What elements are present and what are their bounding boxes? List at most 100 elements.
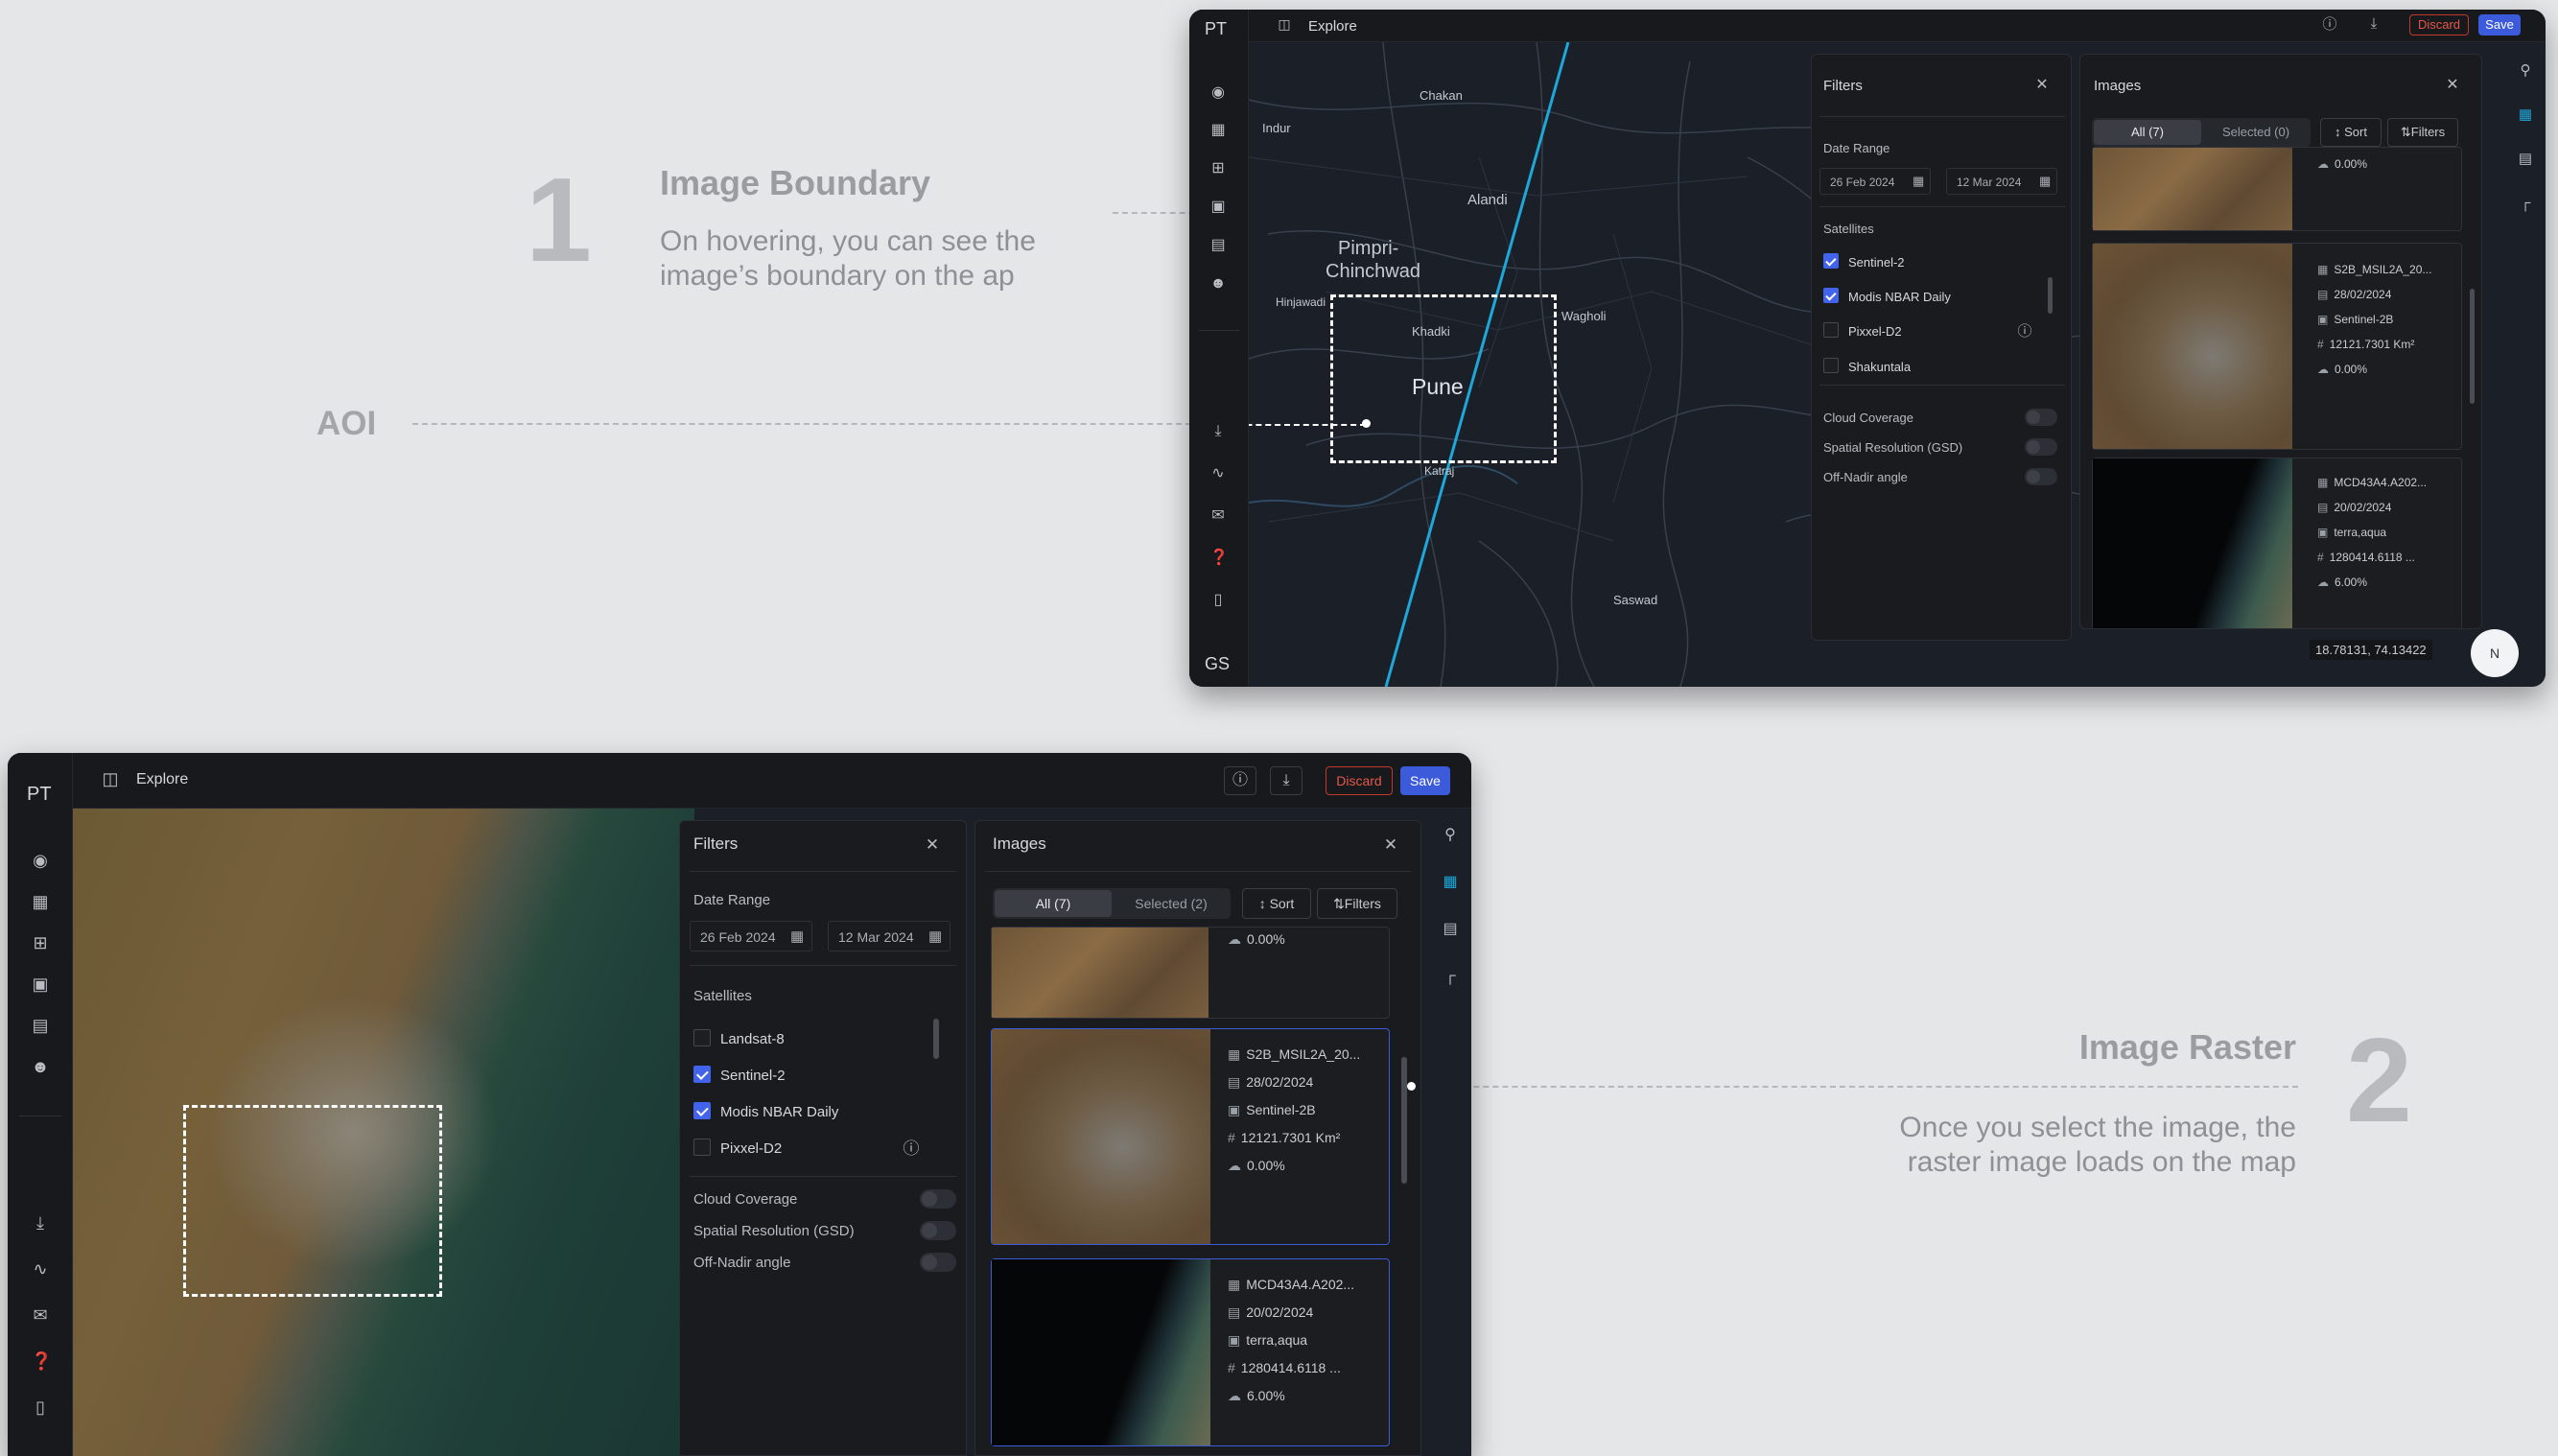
docs-nav-icon[interactable]: ▯ — [31, 1398, 50, 1416]
satellite-checkbox-pixxel[interactable] — [1823, 322, 1839, 338]
import-nav-icon[interactable]: ⤓ — [1209, 424, 1227, 439]
image-raster-desc-2: raster image loads on the map — [1907, 1146, 2296, 1178]
calendar-icon: ▤ — [2317, 288, 2329, 301]
tab-all-images[interactable]: All (7) — [2094, 120, 2201, 145]
explore-nav-icon[interactable]: ◉ — [1209, 85, 1227, 101]
date-from-field[interactable]: 26 Feb 2024 ▦ — [1819, 168, 1931, 195]
store-nav-icon[interactable]: ▣ — [1209, 200, 1227, 215]
workflow-nav-icon[interactable]: ⊞ — [1209, 161, 1227, 176]
user-avatar[interactable]: PT — [27, 784, 52, 806]
satellite-icon: ▣ — [1228, 1332, 1241, 1348]
image-card[interactable]: ▦ S2B_MSIL2A_20... ▤ 28/02/2024 ▣ Sentinel-… — [2092, 243, 2462, 450]
info-icon: ⓘ — [1232, 772, 1248, 788]
date-to-field[interactable]: 12 Mar 2024 ▦ — [1946, 168, 2057, 195]
layers-nav-icon[interactable]: ▤ — [1209, 238, 1227, 253]
satellite-checkbox-modis[interactable] — [693, 1102, 711, 1119]
save-button[interactable]: Save — [1400, 766, 1450, 795]
info-icon[interactable]: ⓘ — [2321, 17, 2338, 32]
explore-nav-icon[interactable]: ◉ — [31, 852, 50, 869]
cloud-coverage-toggle[interactable] — [2025, 409, 2057, 426]
satellite-label: Pixxel-D2 — [1848, 324, 1902, 339]
import-nav-icon[interactable]: ⤓ — [31, 1214, 50, 1232]
close-icon[interactable]: ✕ — [1382, 836, 1399, 853]
workflow-nav-icon[interactable]: ⊞ — [31, 934, 50, 951]
feedback-nav-icon[interactable]: ✉ — [31, 1306, 50, 1324]
sort-button[interactable]: ↕ Sort — [2320, 118, 2382, 147]
satellite-checkbox-pixxel[interactable] — [693, 1139, 711, 1156]
info-icon[interactable]: ⓘ — [903, 1140, 920, 1157]
cloud-coverage-toggle[interactable] — [920, 1189, 956, 1209]
close-icon[interactable]: ✕ — [2034, 78, 2050, 93]
tab-selected-images[interactable]: Selected (0) — [2203, 120, 2309, 145]
layers-nav-icon[interactable]: ▤ — [31, 1017, 50, 1034]
team-nav-icon[interactable]: ☻ — [31, 1058, 50, 1075]
search-icon[interactable]: ⚲ — [2517, 63, 2534, 78]
feedback-nav-icon[interactable]: ✉ — [1209, 508, 1227, 524]
map-nav-icon[interactable]: ▦ — [1209, 123, 1227, 138]
map-tool-icon[interactable]: ▤ — [2517, 152, 2534, 166]
docs-nav-icon[interactable]: ▯ — [1209, 593, 1227, 608]
close-icon[interactable]: ✕ — [2445, 78, 2460, 93]
compass-button[interactable]: N — [2471, 629, 2519, 677]
ruler-tool-icon[interactable]: ┌ — [1441, 969, 1460, 984]
cloud-coverage-label: Cloud Coverage — [1823, 411, 1913, 425]
filters-button[interactable]: ⇅Filters — [2387, 118, 2458, 147]
image-card[interactable]: ☁ 0.00% — [991, 927, 1390, 1019]
spatial-resolution-toggle[interactable] — [2025, 438, 2057, 456]
close-icon[interactable]: ✕ — [924, 836, 941, 853]
search-icon[interactable]: ⚲ — [1441, 828, 1460, 843]
info-button[interactable]: ⓘ — [1224, 766, 1256, 795]
off-nadir-toggle[interactable] — [2025, 468, 2057, 485]
download-icon[interactable]: ⤓ — [2365, 16, 2382, 31]
satellite-checkbox-modis[interactable] — [1823, 288, 1839, 303]
image-card-selected[interactable]: ▦ MCD43A4.A202... ▤ 20/02/2024 ▣ terra,aqua… — [991, 1258, 1390, 1446]
date-from-field[interactable]: 26 Feb 2024 ▦ — [690, 921, 812, 951]
image-area: #1280414.6118 ... — [1228, 1360, 1341, 1375]
tab-all-images[interactable]: All (7) — [995, 890, 1112, 917]
tab-selected-images[interactable]: Selected (2) — [1114, 890, 1229, 917]
help-nav-icon[interactable]: ❓ — [1209, 551, 1229, 566]
imagery-tool-icon[interactable]: ▦ — [2517, 107, 2534, 122]
store-nav-icon[interactable]: ▣ — [31, 975, 50, 993]
aoi-label: AOI — [317, 405, 377, 442]
satellite-checkbox-shakuntala[interactable] — [1823, 358, 1839, 373]
images-scrollbar[interactable] — [1401, 1057, 1407, 1184]
download-button[interactable]: ⤓ — [1270, 766, 1302, 795]
discard-button[interactable]: Discard — [1326, 766, 1393, 795]
satellite-checkbox-sentinel-2[interactable] — [1823, 253, 1839, 269]
off-nadir-toggle[interactable] — [920, 1253, 956, 1272]
activity-nav-icon[interactable]: ∿ — [31, 1260, 50, 1278]
satellite-scrollbar[interactable] — [933, 1019, 939, 1059]
team-nav-icon[interactable]: ☻ — [1209, 276, 1227, 292]
image-thumbnail — [2093, 458, 2292, 628]
user-avatar[interactable]: PT — [1205, 19, 1227, 39]
sort-button[interactable]: ↕ Sort — [1242, 888, 1311, 919]
image-card[interactable]: ☁ 0.00% — [2092, 147, 2462, 231]
save-button[interactable]: Save — [2478, 14, 2521, 35]
image-sensor: ▣ Sentinel-2B — [2317, 313, 2394, 326]
activity-nav-icon[interactable]: ∿ — [1209, 466, 1227, 481]
satellite-checkbox-sentinel-2[interactable] — [693, 1066, 711, 1083]
date-to-field[interactable]: 12 Mar 2024 ▦ — [828, 921, 950, 951]
spatial-resolution-toggle[interactable] — [920, 1221, 956, 1240]
filters-button[interactable]: ⇅Filters — [1317, 888, 1397, 919]
image-card-selected[interactable]: ▦ S2B_MSIL2A_20... ▤ 28/02/2024 ▣ Sentinel-… — [991, 1028, 1390, 1245]
satellite-scrollbar[interactable] — [2048, 277, 2053, 314]
images-panel-top: Images ✕ All (7) Selected (0) ↕ Sort ⇅Fi… — [2079, 54, 2482, 629]
ruler-tool-icon[interactable]: ┌ — [2517, 196, 2534, 210]
image-card[interactable]: ▦ MCD43A4.A202... ▤ 20/02/2024 ▣ terra,aqua… — [2092, 458, 2462, 628]
satellite-checkbox-landsat[interactable] — [693, 1029, 711, 1046]
cloud-icon: ☁ — [2317, 575, 2329, 589]
images-scrollbar[interactable] — [2470, 289, 2475, 404]
sidebar-toggle-icon[interactable]: ◫ — [100, 770, 121, 787]
sidebar-toggle-icon[interactable]: ◫ — [1276, 17, 1293, 31]
map-nav-icon[interactable]: ▦ — [31, 893, 50, 910]
workspace-avatar[interactable]: GS — [1205, 654, 1230, 674]
help-nav-icon[interactable]: ❓ — [31, 1352, 52, 1370]
imagery-tool-icon[interactable]: ▦ — [1441, 875, 1460, 890]
image-icon: ▦ — [2317, 263, 2329, 276]
info-icon[interactable]: ⓘ — [2017, 324, 2032, 339]
discard-button[interactable]: Discard — [2409, 14, 2469, 35]
map-tool-icon[interactable]: ▤ — [1441, 922, 1460, 937]
image-cloud: ☁ 6.00% — [2317, 575, 2368, 589]
